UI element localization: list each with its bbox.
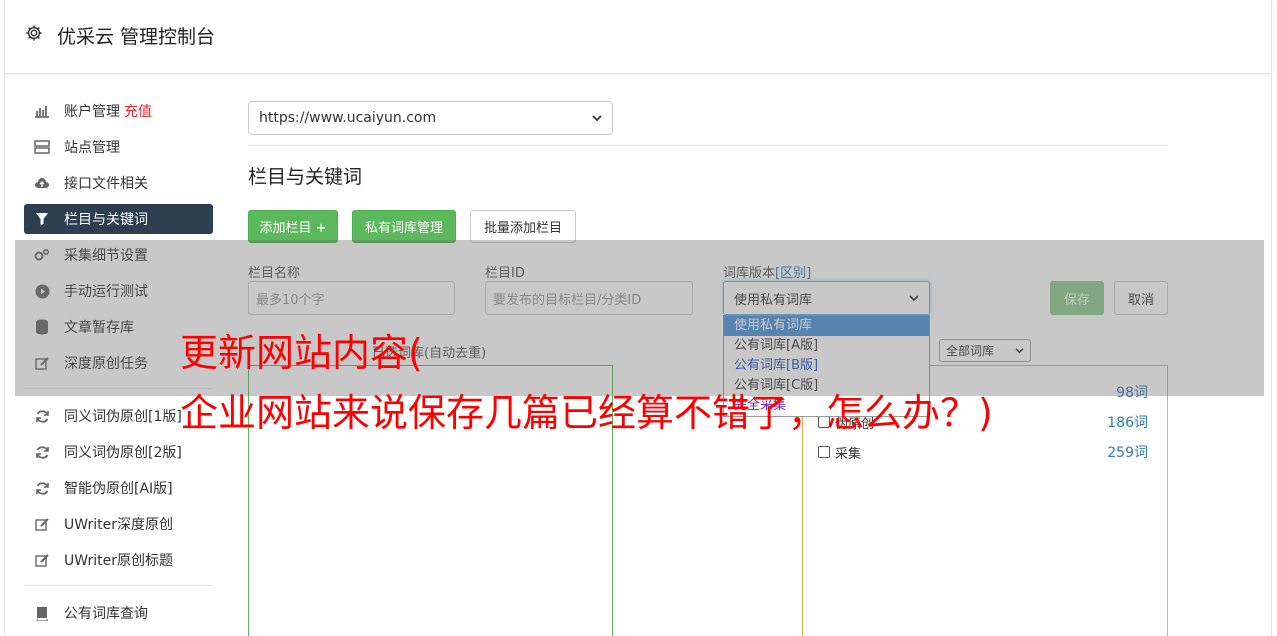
checkbox[interactable]: [818, 446, 830, 458]
sidebar-item-label: 接口文件相关: [64, 176, 148, 192]
cloud-upload-icon: [34, 175, 50, 191]
sidebar-item-label: 智能伪原创[AI版]: [64, 481, 173, 497]
edit-icon: [34, 516, 50, 532]
app-title: 优采云 管理控制台: [57, 26, 216, 48]
sidebar-item-label: 站点管理: [64, 140, 120, 156]
section-divider: [248, 145, 1168, 146]
recharge-link[interactable]: 充值: [124, 101, 152, 121]
add-column-button[interactable]: 添加栏目 +: [248, 210, 338, 243]
sidebar-item-ai-rewrite[interactable]: 智能伪原创[AI版]: [24, 473, 213, 503]
sidebar-item-account[interactable]: 账户管理 充值: [24, 96, 213, 126]
edit-icon: [34, 552, 50, 568]
batch-add-button[interactable]: 批量添加栏目: [470, 210, 576, 243]
sidebar-item-label: UWriter原创标题: [64, 553, 173, 569]
sidebar-item-uwriter-title[interactable]: UWriter原创标题: [24, 545, 213, 575]
lib-name: 采集: [835, 446, 862, 462]
server-icon: [34, 139, 50, 155]
sidebar-item-columns[interactable]: 栏目与关键词: [24, 204, 213, 234]
lib-count[interactable]: 259词: [1107, 442, 1148, 462]
chevron-down-icon: [592, 114, 602, 121]
site-select[interactable]: https://www.ucaiyun.com: [248, 101, 613, 135]
overlay-headline-1: 更新网站内容(: [180, 331, 423, 375]
bar-chart-icon: [34, 103, 50, 119]
sidebar-item-interface[interactable]: 接口文件相关: [24, 168, 213, 198]
sidebar-item-synonym-v2[interactable]: 同义词伪原创[2版]: [24, 437, 213, 467]
lib-count[interactable]: 186词: [1107, 412, 1148, 432]
refresh-icon: [34, 444, 50, 460]
site-select-value: https://www.ucaiyun.com: [259, 110, 437, 126]
sidebar-item-label: 公有词库查询: [64, 606, 148, 622]
overlay-headline-2: 企业网站来说保存几篇已经算不错了，怎么办？): [180, 391, 993, 435]
gear-icon: [26, 25, 42, 41]
sidebar-item-uwriter-deep[interactable]: UWriter深度原创: [24, 509, 213, 539]
top-bar: 优采云 管理控制台: [4, 0, 1272, 74]
page-title: 栏目与关键词: [248, 166, 363, 188]
refresh-icon: [34, 480, 50, 496]
refresh-icon: [34, 408, 50, 424]
filter-icon: [34, 211, 50, 227]
sidebar-divider: [24, 585, 213, 586]
sidebar-item-label: 同义词伪原创[1版]: [64, 409, 182, 425]
book-icon: [34, 605, 50, 621]
sidebar-item-label: 账户管理: [64, 104, 120, 120]
private-lib-button[interactable]: 私有词库管理: [352, 210, 456, 243]
sidebar-item-public-lib[interactable]: 公有词库查询: [24, 598, 213, 628]
sidebar-item-label: 同义词伪原创[2版]: [64, 445, 182, 461]
sidebar-item-label: UWriter深度原创: [64, 517, 173, 533]
sidebar-item-sites[interactable]: 站点管理: [24, 132, 213, 162]
list-item[interactable]: 采集 259词: [818, 442, 1148, 462]
sidebar-item-label: 栏目与关键词: [64, 212, 148, 228]
